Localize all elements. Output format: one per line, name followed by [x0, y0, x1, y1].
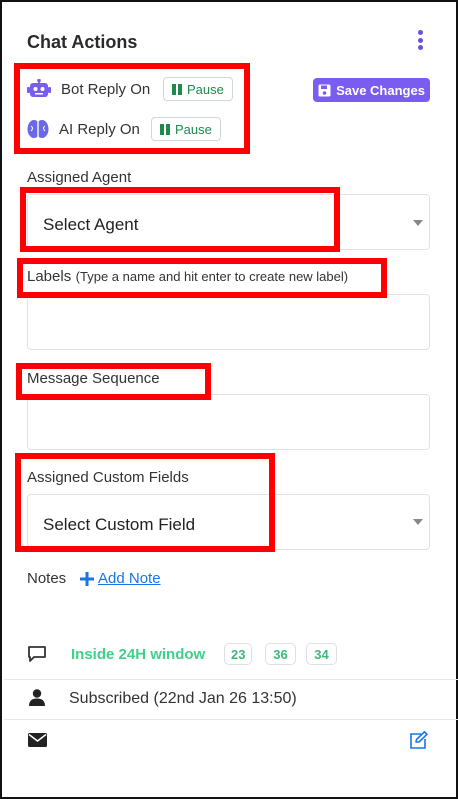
message-sequence-label: Message Sequence	[27, 370, 160, 387]
edit-icon[interactable]	[409, 731, 429, 749]
labels-label: Labels	[27, 268, 72, 285]
save-changes-label: Save Changes	[336, 82, 425, 98]
notes-label: Notes	[27, 570, 67, 587]
labels-hint: (Type a name and hit enter to create new…	[75, 269, 349, 284]
assigned-agent-select[interactable]: Select Agent	[27, 194, 430, 250]
labels-label-group: Labels (Type a name and hit enter to cre…	[27, 268, 348, 286]
pause-icon	[160, 123, 170, 135]
assigned-agent-label: Assigned Agent	[27, 169, 132, 186]
add-note-link[interactable]: Add Note	[80, 570, 161, 587]
ai-reply-pause-button[interactable]: Pause	[151, 117, 221, 141]
labels-input[interactable]	[27, 294, 430, 350]
robot-icon	[27, 78, 51, 99]
save-changes-button[interactable]: Save Changes	[313, 78, 430, 102]
status-badge: 23	[224, 643, 253, 665]
add-note-label: Add Note	[98, 570, 161, 587]
chevron-down-icon	[413, 519, 423, 525]
divider	[4, 679, 458, 680]
floppy-disk-icon	[318, 84, 331, 96]
panel-title: Chat Actions	[27, 32, 138, 52]
vertical-dots-icon[interactable]	[414, 30, 426, 50]
chevron-down-icon	[413, 220, 423, 226]
assigned-agent-value: Select Agent	[43, 215, 139, 234]
pause-icon	[172, 83, 182, 95]
window-status-text: Inside 24H window	[71, 646, 206, 663]
bot-reply-pause-button[interactable]: Pause	[163, 77, 233, 101]
bot-reply-pause-label: Pause	[187, 81, 224, 97]
brain-icon	[27, 119, 49, 139]
user-icon	[29, 689, 45, 706]
ai-reply-pause-label: Pause	[175, 121, 212, 137]
plus-icon	[80, 571, 94, 586]
ai-reply-label: AI Reply On	[59, 121, 140, 138]
custom-fields-value: Select Custom Field	[43, 515, 196, 534]
envelope-icon	[28, 733, 47, 747]
status-badge: 34	[306, 643, 337, 665]
custom-fields-label: Assigned Custom Fields	[27, 469, 189, 486]
custom-fields-select[interactable]: Select Custom Field	[27, 494, 430, 550]
chat-actions-panel: Chat Actions Bot Reply On Pause AI Reply…	[0, 0, 458, 799]
bot-reply-label: Bot Reply On	[61, 81, 151, 98]
subscription-text: Subscribed (22nd Jan 26 13:50)	[69, 690, 297, 707]
message-sequence-input[interactable]	[27, 394, 430, 450]
divider	[4, 719, 458, 720]
chat-bubble-icon	[27, 645, 47, 663]
status-badge: 36	[265, 643, 296, 665]
